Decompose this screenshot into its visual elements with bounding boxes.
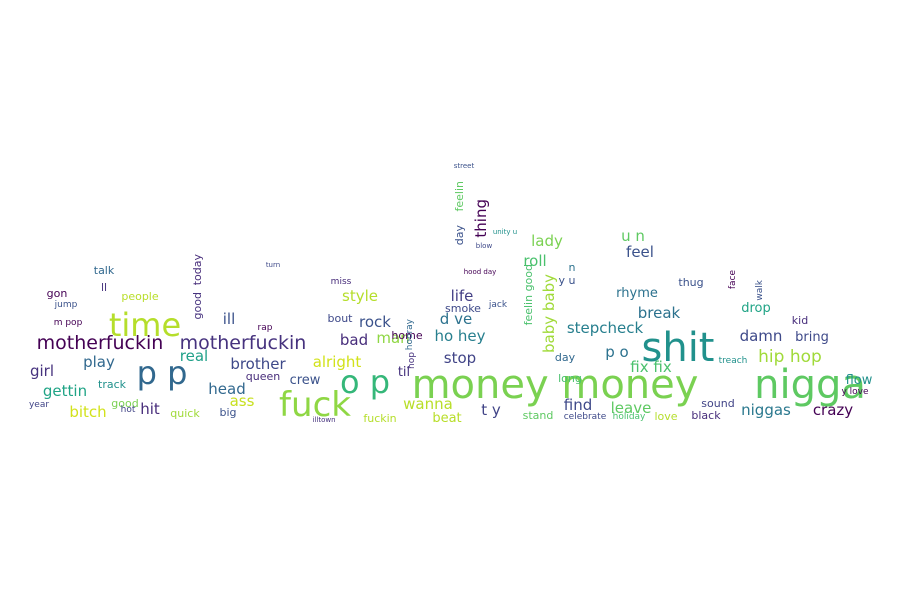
- cloud-word: baby baby: [539, 273, 558, 353]
- cloud-word: blow: [475, 241, 493, 250]
- cloud-word: today: [190, 254, 204, 286]
- cloud-word: turn: [265, 260, 281, 269]
- cloud-word: y u: [558, 273, 576, 287]
- cloud-word: ill: [222, 309, 236, 328]
- cloud-word: stepcheck: [566, 318, 644, 337]
- cloud-word: celebrate: [563, 411, 607, 422]
- cloud-word: smoke: [445, 301, 481, 315]
- cloud-word: crazy: [812, 400, 854, 419]
- cloud-word: jump: [54, 299, 78, 310]
- cloud-word: hip hop: [758, 346, 822, 367]
- cloud-word: bad: [339, 330, 369, 349]
- cloud-word: ll: [100, 280, 108, 294]
- cloud-word: stop: [443, 348, 477, 367]
- cloud-word: street: [453, 161, 475, 170]
- cloud-word: sound: [701, 396, 735, 410]
- cloud-word: gettin: [42, 381, 88, 400]
- cloud-word: people: [121, 289, 159, 303]
- cloud-word: damn: [739, 326, 783, 345]
- cloud-word: u n: [621, 226, 645, 245]
- cloud-word: flow: [845, 372, 873, 388]
- cloud-word: stand: [522, 408, 554, 422]
- cloud-word: illtown: [312, 415, 336, 424]
- cloud-word: big: [219, 405, 237, 419]
- cloud-word: y love: [841, 386, 869, 397]
- cloud-word: kid: [791, 313, 809, 327]
- cloud-word: girl: [29, 361, 55, 380]
- cloud-word: crew: [289, 372, 321, 388]
- cloud-word: break: [637, 303, 681, 322]
- cloud-word: lady: [531, 231, 563, 250]
- cloud-word: hop: [406, 351, 417, 369]
- cloud-word: bout: [327, 311, 353, 325]
- cloud-word: style: [342, 286, 378, 305]
- cloud-word: walk: [754, 279, 765, 301]
- cloud-word: find: [563, 395, 593, 414]
- cloud-word: alright: [312, 352, 362, 371]
- cloud-word: beat: [432, 410, 462, 426]
- cloud-word: unity u: [492, 227, 518, 236]
- cloud-word: fix fix: [630, 357, 672, 376]
- cloud-word: real: [179, 346, 209, 365]
- cloud-word: rhyme: [616, 285, 658, 301]
- cloud-word: year: [28, 399, 50, 410]
- cloud-word: day: [554, 350, 576, 364]
- cloud-word: hood day: [463, 267, 497, 276]
- cloud-word: m pop: [53, 317, 83, 328]
- cloud-word: o p: [339, 363, 391, 401]
- cloud-word: long: [558, 371, 582, 385]
- cloud-word: play: [83, 352, 115, 371]
- cloud-word: gon: [46, 286, 68, 300]
- cloud-word: track: [98, 377, 126, 391]
- cloud-word: jack: [488, 299, 508, 310]
- cloud-word: hit: [140, 399, 160, 418]
- cloud-word: motherfuckin: [36, 331, 164, 354]
- cloud-word: t y: [481, 400, 501, 419]
- cloud-word: good: [190, 292, 204, 320]
- cloud-word: queen: [245, 369, 281, 383]
- cloud-word: talk: [93, 263, 115, 277]
- cloud-word: treach: [718, 355, 748, 366]
- cloud-word: wanna: [403, 394, 453, 413]
- cloud-word: face: [727, 270, 738, 290]
- cloud-word: holiday: [612, 411, 646, 422]
- cloud-word: bring: [795, 329, 829, 345]
- cloud-word: feelin: [452, 180, 466, 212]
- cloud-word: bitch: [69, 402, 107, 421]
- cloud-word: thug: [678, 275, 704, 289]
- cloud-word: day: [452, 224, 466, 246]
- cloud-word: drop: [741, 300, 771, 316]
- cloud-word: ho hey: [434, 326, 486, 345]
- cloud-word: love: [654, 409, 678, 423]
- cloud-word: hot: [120, 404, 136, 415]
- cloud-word: p o: [605, 342, 629, 361]
- cloud-word: rap: [257, 322, 273, 333]
- cloud-word: black: [691, 408, 721, 422]
- cloud-word: rock: [359, 312, 391, 331]
- cloud-word: feel: [626, 242, 654, 261]
- cloud-word: niggas: [741, 400, 791, 419]
- cloud-word: miss: [330, 276, 352, 287]
- cloud-word: quick: [170, 406, 200, 420]
- cloud-word: feelin good: [521, 264, 535, 326]
- cloud-word: hooray: [404, 319, 415, 351]
- cloud-word: n: [568, 260, 576, 274]
- cloud-word: thing: [471, 198, 490, 238]
- cloud-word: fuckin: [363, 411, 397, 425]
- word-cloud: money money nigga shit fuck time p po p mother…: [0, 0, 900, 600]
